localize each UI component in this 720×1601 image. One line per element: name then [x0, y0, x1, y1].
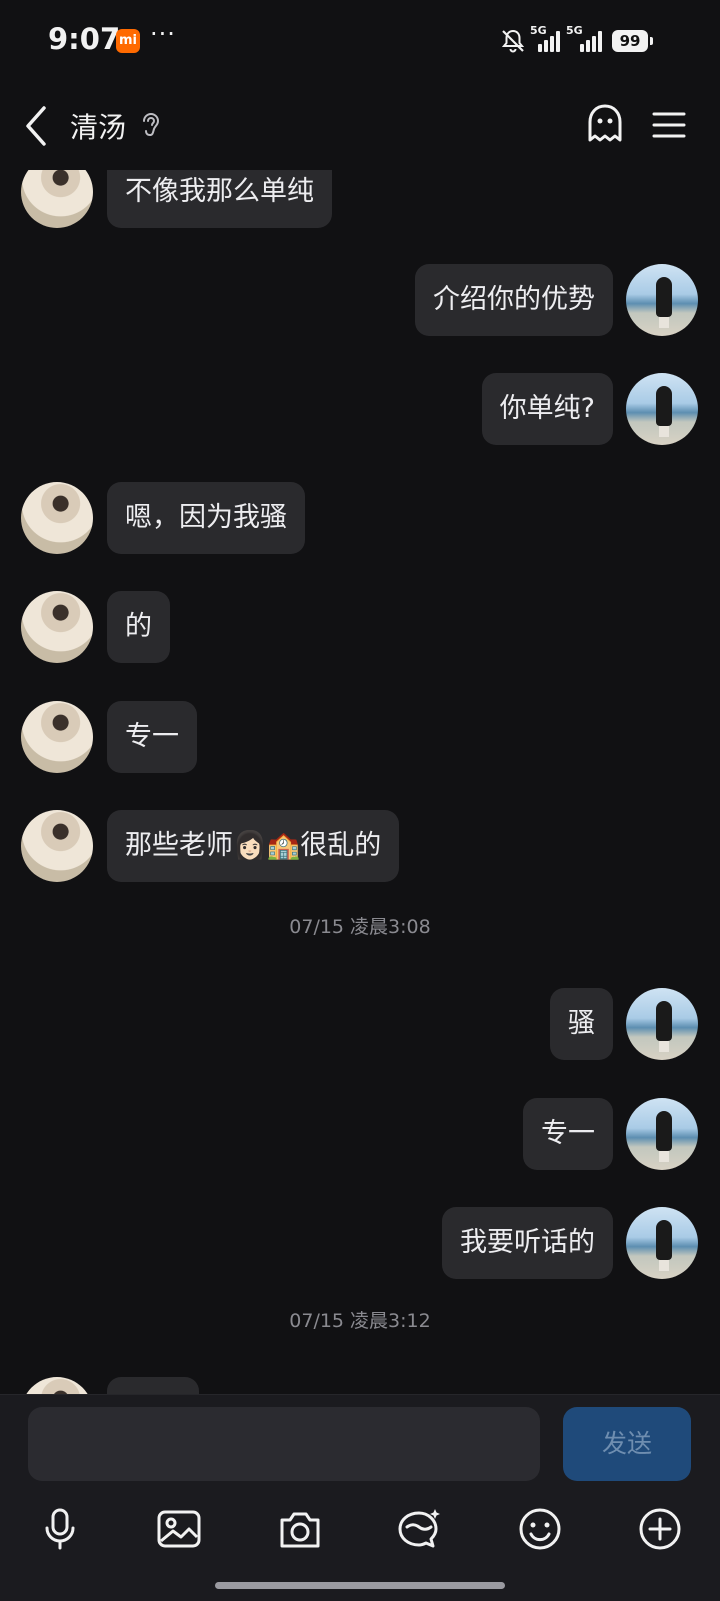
camera-icon[interactable] — [276, 1505, 324, 1553]
message-row: 的 — [0, 591, 720, 663]
message-row: 骚 — [0, 988, 720, 1060]
message-bubble[interactable]: 介绍你的优势 — [415, 264, 613, 336]
contact-avatar[interactable] — [21, 701, 93, 773]
message-bubble[interactable]: 那些老师👩🏻🏫很乱的 — [107, 810, 400, 882]
message-bubble[interactable]: 我要听话的 — [442, 1207, 613, 1279]
my-avatar[interactable] — [626, 1098, 698, 1170]
message-row — [0, 1377, 720, 1394]
contact-name[interactable]: 清汤 — [70, 106, 126, 146]
home-indicator[interactable] — [215, 1582, 505, 1589]
message-row: 嗯，因为我骚 — [0, 482, 720, 554]
chat-header: 清汤 — [0, 84, 720, 170]
status-bar: 9:07 mi ··· 5G 5G 99 — [0, 0, 720, 84]
message-bubble[interactable]: 专一 — [107, 701, 197, 773]
image-icon[interactable] — [155, 1505, 203, 1553]
microphone-icon[interactable] — [36, 1505, 84, 1553]
my-avatar[interactable] — [626, 1207, 698, 1279]
contact-avatar[interactable] — [21, 482, 93, 554]
ear-icon[interactable] — [140, 110, 162, 140]
battery-level: 99 — [612, 30, 648, 52]
battery-tip — [650, 37, 653, 45]
message-row: 不像我那么单纯 — [0, 170, 720, 228]
sticker-icon[interactable] — [395, 1505, 443, 1553]
message-bubble[interactable]: 骚 — [550, 988, 613, 1060]
more-notifications-icon: ··· — [150, 20, 176, 48]
menu-icon[interactable] — [652, 110, 686, 140]
message-row: 你单纯? — [0, 373, 720, 445]
my-avatar[interactable] — [626, 988, 698, 1060]
message-bubble[interactable]: 的 — [107, 591, 170, 663]
chat-message-list[interactable]: 不像我那么单纯 介绍你的优势 你单纯? 嗯，因为我骚 的 专一 那些老师👩🏻🏫很… — [0, 170, 720, 1394]
message-bubble[interactable]: 专一 — [523, 1098, 613, 1170]
signal-2-icon — [580, 30, 602, 52]
emoji-icon[interactable] — [516, 1505, 564, 1553]
message-row: 介绍你的优势 — [0, 264, 720, 336]
message-row: 专一 — [0, 1098, 720, 1170]
message-bubble[interactable]: 嗯，因为我骚 — [107, 482, 305, 554]
ghost-icon[interactable] — [584, 102, 626, 146]
message-row: 那些老师👩🏻🏫很乱的 — [0, 810, 720, 882]
plus-icon[interactable] — [636, 1505, 684, 1553]
back-arrow-icon[interactable] — [22, 104, 52, 148]
message-input[interactable] — [28, 1407, 540, 1481]
contact-avatar[interactable] — [21, 810, 93, 882]
contact-avatar[interactable] — [21, 591, 93, 663]
signal-1-icon — [538, 30, 560, 52]
my-avatar[interactable] — [626, 264, 698, 336]
message-row: 我要听话的 — [0, 1207, 720, 1279]
message-row: 专一 — [0, 701, 720, 773]
message-timestamp: 07/15 凌晨3:08 — [289, 916, 431, 938]
message-bubble[interactable]: 不像我那么单纯 — [107, 170, 332, 228]
silent-bell-icon — [501, 29, 525, 53]
contact-avatar[interactable] — [21, 170, 93, 228]
mi-notification-icon: mi — [116, 29, 140, 53]
contact-avatar[interactable] — [21, 1377, 93, 1394]
message-bubble[interactable] — [107, 1377, 199, 1394]
input-area: 发送 — [0, 1394, 720, 1601]
my-avatar[interactable] — [626, 373, 698, 445]
send-button[interactable]: 发送 — [563, 1407, 691, 1481]
status-time: 9:07 — [48, 22, 121, 56]
message-timestamp: 07/15 凌晨3:12 — [289, 1310, 431, 1332]
message-bubble[interactable]: 你单纯? — [481, 373, 613, 445]
